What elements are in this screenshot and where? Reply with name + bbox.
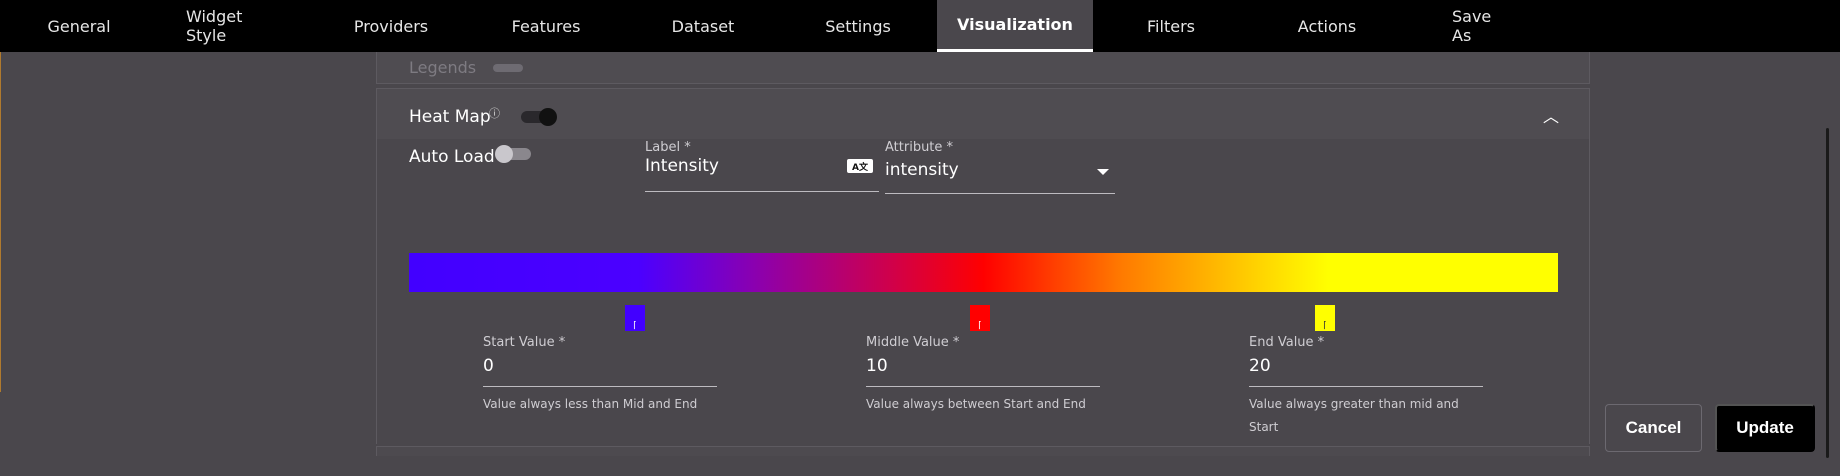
chevron-up-icon[interactable]: ︿ (1543, 103, 1559, 127)
heatmap-gradient-bar (409, 253, 1558, 292)
update-button[interactable]: Update (1715, 404, 1815, 452)
auto-load-label: Auto Load (409, 147, 495, 167)
auto-load-toggle[interactable] (495, 145, 531, 163)
end-color-handle[interactable]: ⌈ (1315, 305, 1335, 331)
start-color-handle[interactable]: ⌈ (625, 305, 645, 331)
tab-features[interactable]: Features (512, 0, 581, 52)
chevron-down-icon[interactable] (1097, 169, 1109, 175)
tab-settings[interactable]: Settings (825, 0, 891, 52)
start-value-helper: Value always less than Mid and End (483, 397, 698, 411)
next-panel-edge (376, 446, 1590, 456)
scrollbar[interactable] (1826, 128, 1829, 458)
tab-widget-style[interactable]: Widget Style (186, 0, 282, 52)
middle-color-handle[interactable]: ⌈ (970, 305, 990, 331)
heatmap-toggle-thumb (539, 108, 557, 126)
cancel-button[interactable]: Cancel (1605, 404, 1702, 452)
end-value-helper: Value always greater than mid and Start (1249, 397, 1459, 434)
label-field-label: Label * (645, 140, 691, 155)
start-value-input[interactable]: 0 (483, 356, 494, 376)
end-value-label: End Value * (1249, 335, 1325, 350)
legends-label: Legends (409, 58, 477, 77)
middle-value-label: Middle Value * (866, 335, 960, 350)
left-edge-accent (0, 52, 1, 392)
auto-load-toggle-thumb (495, 145, 513, 163)
end-value-underline (1249, 386, 1483, 387)
start-value-underline (483, 386, 717, 387)
attribute-field-underline (885, 193, 1115, 194)
tab-save-as[interactable]: Save As (1452, 0, 1514, 52)
translate-icon[interactable]: A文 (847, 159, 873, 173)
label-field-underline (645, 191, 879, 192)
heatmap-toggle[interactable] (521, 108, 557, 126)
middle-value-input[interactable]: 10 (866, 356, 888, 376)
tab-general[interactable]: General (47, 0, 110, 52)
tab-bar: General Widget Style Providers Features … (0, 0, 1840, 52)
attribute-field-label: Attribute * (885, 140, 954, 155)
attribute-select[interactable]: intensity (885, 160, 959, 180)
heatmap-panel: Heat Map ⓘ ︿ Auto Load Label * Intensity… (376, 88, 1590, 445)
start-value-label: Start Value * (483, 335, 566, 350)
tab-providers[interactable]: Providers (354, 0, 428, 52)
middle-value-underline (866, 386, 1100, 387)
heatmap-title: Heat Map (409, 107, 491, 127)
legends-toggle[interactable] (493, 64, 523, 72)
tab-filters[interactable]: Filters (1147, 0, 1195, 52)
heatmap-panel-header[interactable]: Heat Map ⓘ ︿ (377, 89, 1589, 139)
info-icon[interactable]: ⓘ (489, 105, 500, 121)
middle-value-helper: Value always between Start and End (866, 397, 1086, 411)
tab-actions[interactable]: Actions (1298, 0, 1356, 52)
end-value-input[interactable]: 20 (1249, 356, 1271, 376)
tab-visualization[interactable]: Visualization (937, 0, 1093, 52)
label-field-input[interactable]: Intensity (645, 156, 719, 176)
tab-dataset[interactable]: Dataset (672, 0, 735, 52)
legends-panel: Legends (376, 52, 1590, 84)
